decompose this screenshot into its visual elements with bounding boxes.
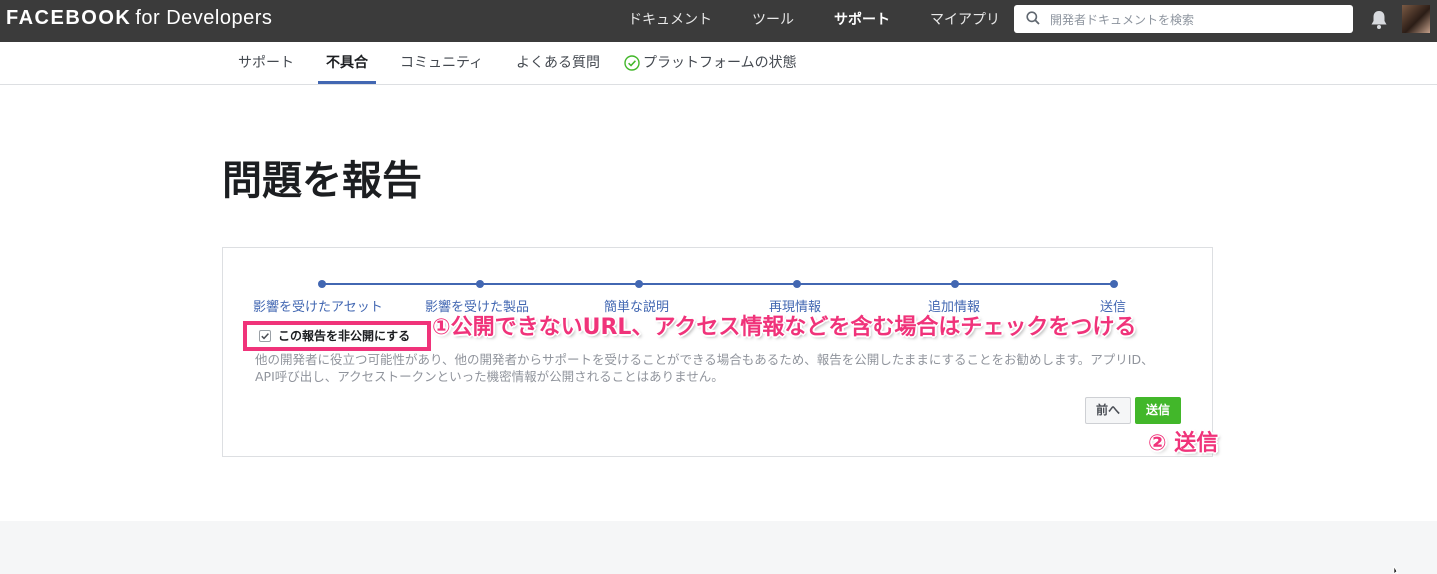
step-dot [951,280,959,288]
search-icon [1026,11,1040,25]
sub-navigation: サポート 不具合 コミュニティ よくある質問 プラットフォームの状態 [0,42,1437,85]
privacy-help-text: 他の開発者に役立つ可能性があり、他の開発者からサポートを受けることができる場合も… [255,352,1154,384]
notification-bell-icon[interactable] [1370,10,1388,30]
facebook-developers-logo[interactable]: FACEBOOK for Developers [6,7,272,30]
nav-support[interactable]: サポート [834,0,890,42]
step-dot [1110,280,1118,288]
annotation-private-note: ①公開できないURL、アクセス情報などを含む場合はチェックをつける [432,315,1137,340]
step-dot [318,280,326,288]
mouse-cursor-icon [1393,566,1399,574]
nav-my-apps[interactable]: マイアプリ [930,0,1000,42]
subnav-community[interactable]: コミュニティ [400,42,483,84]
step-dot [793,280,801,288]
top-bar: FACEBOOK for Developers ドキュメント ツール サポート マ… [0,0,1437,42]
progress-line [322,283,1114,285]
brand-main: FACEBOOK [6,7,132,29]
nav-documents[interactable]: ドキュメント [628,0,712,42]
search-input[interactable] [1048,8,1347,32]
checkmark-icon [261,333,269,340]
subnav-bugs[interactable]: 不具合 [326,42,368,84]
page-title: 問題を報告 [222,158,422,204]
step-dot [476,280,484,288]
annotation-submit-note: ② 送信 [1148,431,1219,456]
step-dot [635,280,643,288]
footer [0,521,1437,574]
check-circle-icon [624,55,640,71]
private-checkbox[interactable] [259,330,271,342]
user-avatar[interactable] [1402,5,1430,33]
step-affected-assets[interactable]: 影響を受けたアセット [253,296,383,315]
active-tab-underline [318,81,376,84]
subnav-support[interactable]: サポート [238,42,294,84]
subnav-platform-status[interactable]: プラットフォームの状態 [643,42,797,84]
submit-button[interactable]: 送信 [1135,397,1181,424]
subnav-faq[interactable]: よくある質問 [516,42,600,84]
brand-sub: for Developers [135,7,273,29]
nav-tools[interactable]: ツール [752,0,794,42]
private-checkbox-label[interactable]: この報告を非公開にする [278,327,410,344]
search-box [1014,5,1353,33]
previous-button[interactable]: 前へ [1085,397,1131,424]
